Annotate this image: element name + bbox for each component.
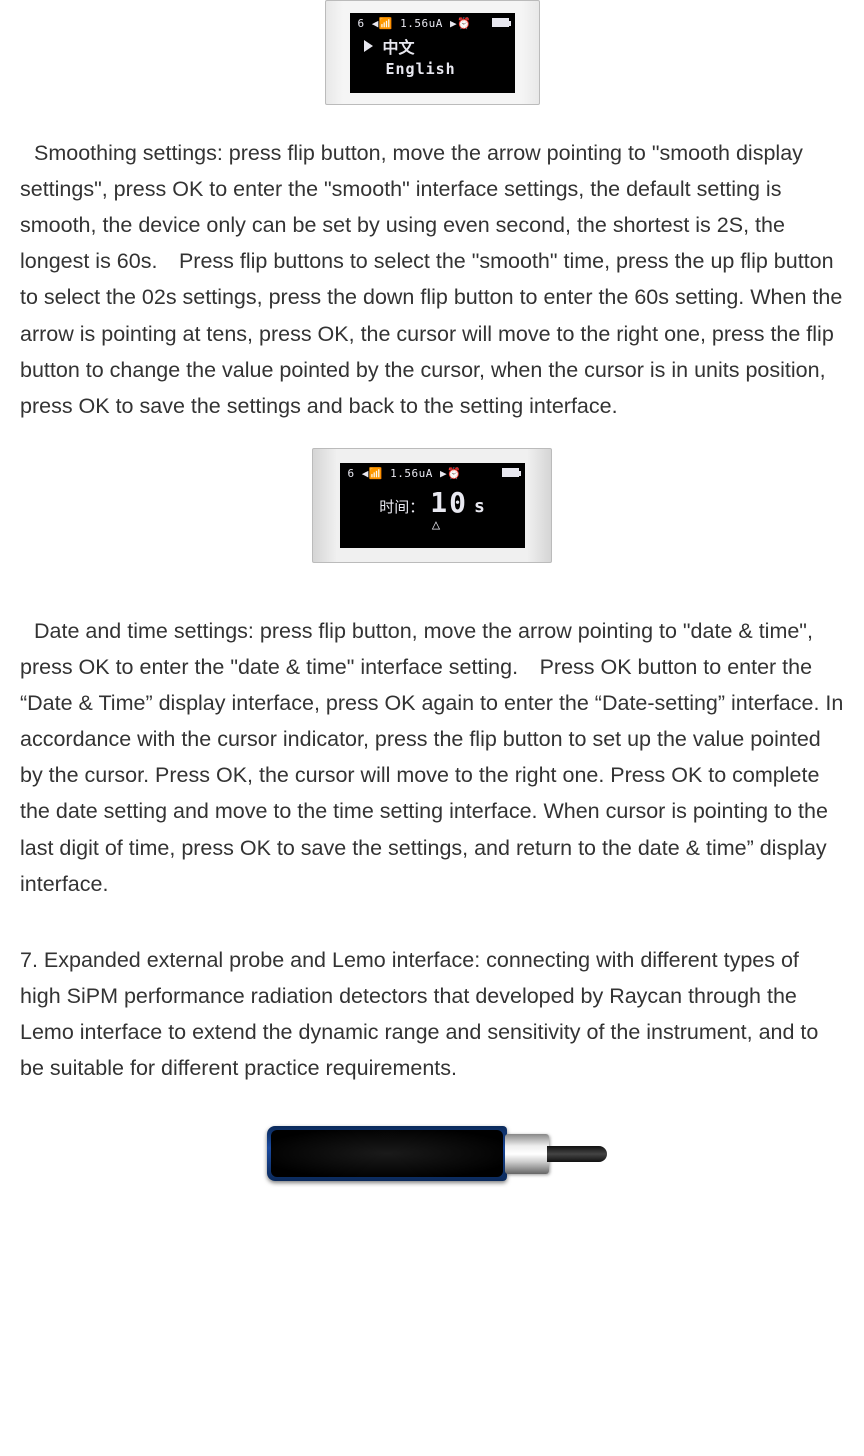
battery-icon <box>492 18 509 27</box>
time-unit: s <box>474 496 485 517</box>
device-screen-2: 6 ◀📶 1.56uA ▶⏰ 时间： 10 s △ <box>340 463 525 548</box>
paragraph-probe: 7. Expanded external probe and Lemo inte… <box>20 942 844 1086</box>
cable-icon <box>547 1146 607 1162</box>
time-label: 时间： <box>379 496 424 517</box>
figure-probe-connector <box>20 1116 844 1191</box>
device-screen-1: 6 ◀📶 1.56uA ▶⏰ 中文 English <box>350 13 515 93</box>
paragraph-datetime: Date and time settings: press flip butto… <box>20 613 844 902</box>
time-value: 10 <box>430 486 468 519</box>
lemo-plug-icon <box>505 1134 549 1174</box>
device-shell-2: 6 ◀📶 1.56uA ▶⏰ 时间： 10 s △ <box>312 448 552 563</box>
device-shell-1: 6 ◀📶 1.56uA ▶⏰ 中文 English <box>325 0 540 105</box>
battery-icon-2 <box>502 468 519 477</box>
paragraph-smoothing: Smoothing settings: press flip button, m… <box>20 135 844 424</box>
figure-language-device: 6 ◀📶 1.56uA ▶⏰ 中文 English <box>20 0 844 105</box>
screen-status-2: 6 ◀📶 1.56uA ▶⏰ <box>348 467 517 480</box>
figure-time-device: 6 ◀📶 1.56uA ▶⏰ 时间： 10 s △ <box>20 448 844 563</box>
menu-item-english: English <box>386 60 456 78</box>
device-top-rear <box>267 1126 507 1181</box>
screen-status-1: 6 ◀📶 1.56uA ▶⏰ <box>358 17 507 30</box>
cursor-caret-icon: △ <box>348 517 517 533</box>
play-triangle-icon <box>364 40 373 52</box>
menu-item-chinese: 中文 <box>383 34 415 58</box>
